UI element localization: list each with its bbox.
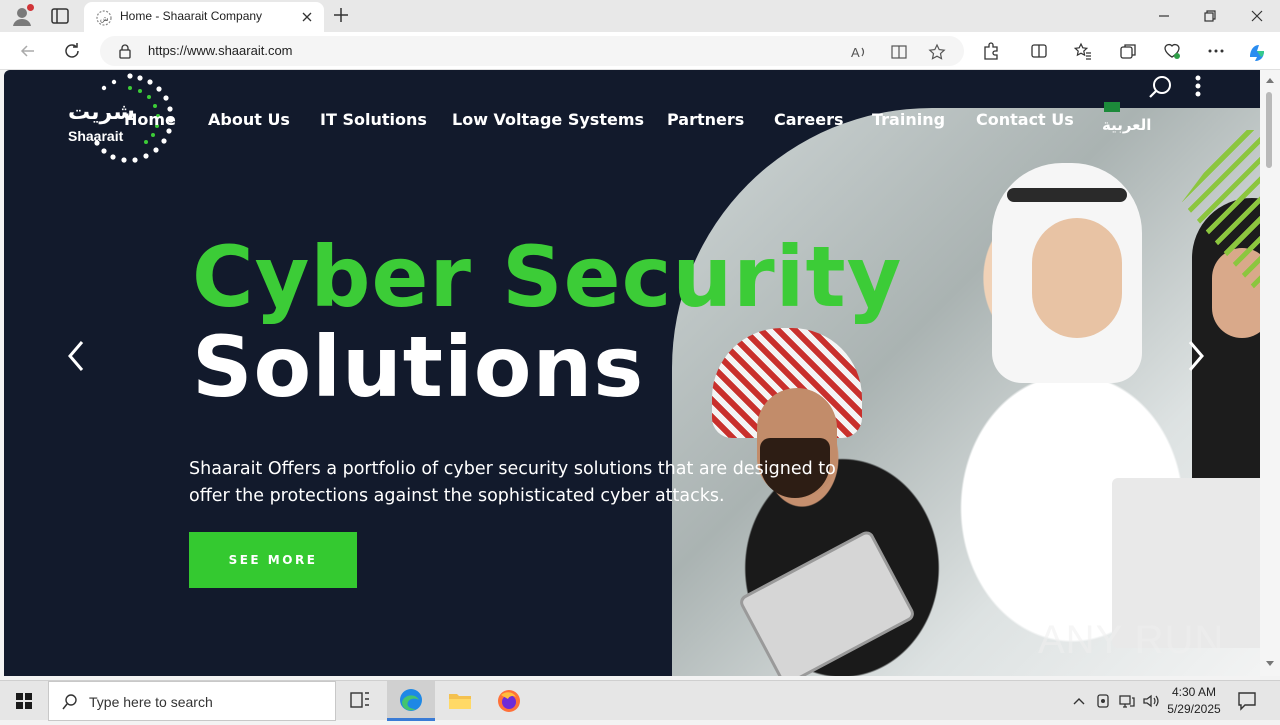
saudi-flag-icon [1104,102,1120,112]
tab-actions-icon[interactable] [50,6,70,26]
extensions-icon[interactable] [981,41,1001,61]
immersive-reader-icon[interactable] [890,43,908,61]
nav-contact-us[interactable]: Contact Us [976,110,1074,129]
more-options-icon[interactable] [1206,41,1226,61]
lock-icon[interactable] [118,43,132,59]
logo-english-text: Shaarait [68,128,124,144]
task-view-icon[interactable] [336,681,384,721]
favorite-star-icon[interactable] [928,43,946,61]
hero-title-line1: Cyber Security [192,228,903,326]
notifications-icon[interactable] [1236,691,1258,711]
taskbar-search-box[interactable]: Type here to search [48,681,336,721]
network-icon[interactable] [1118,692,1136,710]
scroll-down-icon[interactable] [1265,660,1275,668]
taskbar-search-placeholder: Type here to search [89,694,213,710]
windows-start-icon[interactable] [0,681,48,721]
svg-text:ش: ش [100,15,109,23]
new-tab-icon[interactable] [332,6,350,24]
hero-photo [672,108,1260,676]
site-favicon-icon: ش [96,10,112,26]
kebab-menu-icon[interactable] [1192,74,1204,100]
windows-taskbar: Type here to search 4:30 AM 5/29/2025 [0,680,1280,721]
security-tray-icon[interactable] [1094,692,1112,710]
volume-icon[interactable] [1142,692,1160,710]
slider-prev-arrow-icon[interactable] [64,338,88,374]
scroll-up-icon[interactable] [1265,76,1275,84]
system-clock[interactable]: 4:30 AM 5/29/2025 [1162,684,1226,718]
nav-careers[interactable]: Careers [774,110,844,129]
read-aloud-icon[interactable]: A [850,43,868,61]
clock-time: 4:30 AM [1171,685,1217,699]
minimize-icon[interactable] [1156,8,1172,24]
scroll-thumb[interactable] [1266,92,1272,168]
language-switch[interactable]: العربية [1102,102,1152,138]
split-screen-icon[interactable] [1029,41,1049,61]
web-page: شريت Shaarait Home About Us IT Solutions… [4,70,1260,676]
tab-title: Home - Shaarait Company [120,9,263,23]
close-tab-icon[interactable] [300,9,314,23]
collections-icon[interactable] [1118,41,1138,61]
hero-title-line2: Solutions [192,318,645,416]
file-explorer-icon[interactable] [436,681,484,721]
tab-home[interactable]: ش Home - Shaarait Company [84,2,324,32]
see-more-button[interactable]: SEE MORE [189,532,357,588]
url-text[interactable]: https://www.shaarait.com [148,43,293,58]
tray-overflow-chevron-icon[interactable] [1070,692,1088,710]
restore-icon[interactable] [1202,8,1218,24]
refresh-icon[interactable] [62,41,82,61]
favorites-icon[interactable] [1073,41,1093,61]
nav-about-us[interactable]: About Us [208,110,290,129]
browser-tab-bar: ش Home - Shaarait Company [0,0,1280,32]
slider-next-arrow-icon[interactable] [1184,338,1208,374]
url-field[interactable]: https://www.shaarait.com A [100,36,964,66]
nav-training[interactable]: Training [872,110,945,129]
firefox-icon[interactable] [485,681,533,721]
language-label: العربية [1102,116,1152,134]
nav-home[interactable]: Home [124,110,176,129]
anyrun-watermark: ANY RUN [1038,608,1238,672]
browser-essentials-icon[interactable] [1162,41,1182,61]
search-icon [61,693,79,711]
page-scrollbar[interactable] [1260,70,1280,676]
nav-low-voltage-systems[interactable]: Low Voltage Systems [452,110,644,129]
copilot-icon[interactable] [1246,41,1266,61]
close-window-icon[interactable] [1249,8,1265,24]
address-bar-row: https://www.shaarait.com A [0,32,1280,70]
search-icon[interactable] [1148,74,1174,100]
back-icon[interactable] [18,41,38,61]
svg-text:A: A [851,45,860,60]
nav-partners[interactable]: Partners [667,110,744,129]
nav-it-solutions[interactable]: IT Solutions [320,110,427,129]
hero-description: Shaarait Offers a portfolio of cyber sec… [189,459,836,506]
watermark-text: ANY RUN [1038,618,1225,662]
edge-browser-icon[interactable] [387,681,435,721]
profile-icon[interactable] [10,4,34,28]
clock-date: 5/29/2025 [1167,702,1221,716]
